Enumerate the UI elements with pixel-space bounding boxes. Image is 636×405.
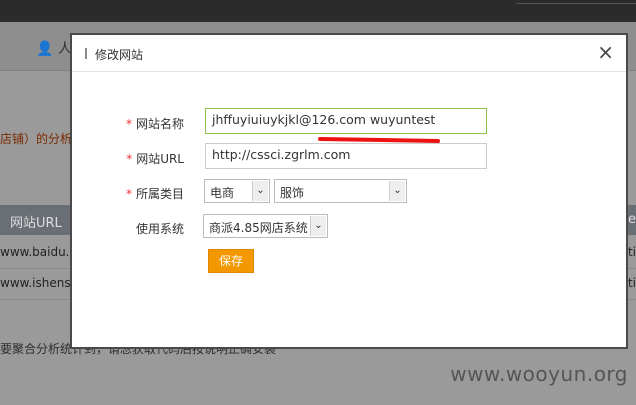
dialog-header: 修改网站 × [72, 35, 626, 72]
site-name-label: * 网站名称 [125, 117, 184, 131]
dialog-title: 修改网站 [95, 48, 144, 62]
column-header-url: 网站URL [10, 216, 62, 231]
category-primary-value: 电商 [210, 186, 235, 200]
row-url: www.baidu.c [0, 245, 77, 259]
site-url-row: * 网站URL http://cssci.zgrlm.com [72, 143, 626, 170]
row-right-text: ti [627, 276, 636, 290]
user-menu[interactable]: 👤 人 [36, 38, 72, 58]
system-select[interactable]: 商派4.85网店系统 ⌄ [203, 214, 328, 238]
site-url-label: * 网站URL [126, 152, 184, 166]
top-navigation-bar [0, 0, 636, 22]
required-marker: * [125, 117, 132, 131]
title-accent-bar [85, 48, 87, 59]
site-url-input[interactable]: http://cssci.zgrlm.com [205, 143, 487, 169]
category-primary-select[interactable]: 电商 ⌄ [204, 179, 270, 203]
row-url: www.ishensh [0, 276, 79, 290]
category-row: * 所属类目 电商 ⌄ 服饰 ⌄ [72, 179, 626, 205]
watermark: www.wooyun.org [450, 362, 628, 386]
required-marker: * [125, 187, 132, 201]
chevron-down-icon: ⌄ [252, 181, 268, 201]
chevron-down-icon: ⌄ [389, 181, 405, 201]
category-secondary-value: 服饰 [280, 186, 305, 200]
row-right-text: ti [627, 245, 636, 259]
top-bar-divider [516, 3, 636, 4]
system-label: 使用系统 [135, 222, 184, 236]
site-name-input[interactable]: jhffuyiuiuykjkl@126.com wuyuntest [205, 108, 487, 134]
site-name-row: * 网站名称 jhffuyiuiuykjkl@126.com wuyuntest [72, 108, 626, 135]
required-marker: * [126, 152, 133, 166]
system-row: 使用系统 商派4.85网店系统 ⌄ [72, 214, 626, 240]
user-icon: 👤 [36, 41, 54, 57]
save-button[interactable]: 保存 [208, 249, 254, 273]
close-icon[interactable]: × [597, 41, 614, 63]
category-secondary-select[interactable]: 服饰 ⌄ [274, 179, 407, 203]
system-value: 商派4.85网店系统 [209, 221, 308, 235]
edit-site-dialog: 修改网站 × * 网站名称 jhffuyiuiuykjkl@126.com wuy… [70, 33, 628, 349]
category-label: * 所属类目 [125, 187, 184, 201]
chevron-down-icon: ⌄ [310, 216, 326, 236]
